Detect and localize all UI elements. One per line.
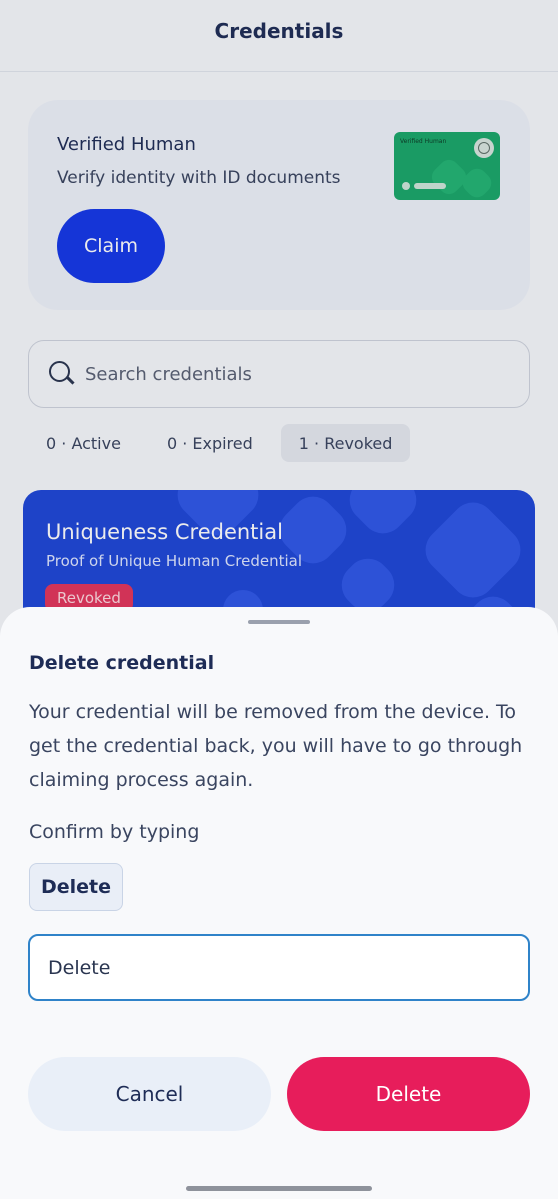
confirm-text-input[interactable] — [28, 934, 530, 1001]
home-indicator[interactable] — [186, 1186, 372, 1191]
delete-credential-sheet: Delete credential Your credential will b… — [0, 607, 558, 1199]
confirm-label: Confirm by typing — [29, 821, 200, 843]
sheet-drag-handle[interactable] — [248, 620, 310, 624]
confirm-word-chip: Delete — [29, 863, 123, 911]
sheet-description: Your credential will be removed from the… — [29, 701, 523, 791]
sheet-title: Delete credential — [29, 652, 215, 674]
delete-button[interactable]: Delete — [287, 1057, 530, 1131]
cancel-button[interactable]: Cancel — [28, 1057, 271, 1131]
